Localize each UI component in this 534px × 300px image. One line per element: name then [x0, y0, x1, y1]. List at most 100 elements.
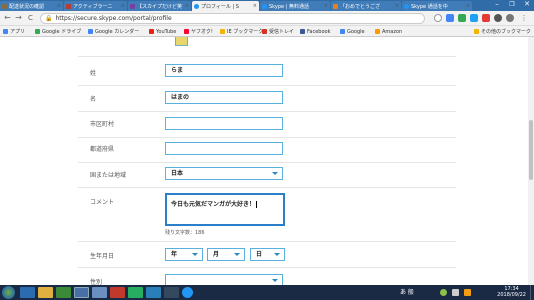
gender-select[interactable]: [165, 274, 283, 285]
comment-text: 今日も元気だマンガが大好き！: [171, 201, 256, 208]
explorer-icon[interactable]: [38, 287, 53, 298]
chevron-down-icon: [272, 172, 278, 175]
bookmark-google-drive[interactable]: Google ドライブ: [35, 27, 81, 36]
yahoo-icon: [184, 29, 189, 34]
app-icon[interactable]: [110, 287, 125, 298]
bookmark-google-calendar[interactable]: Google カレンダー: [88, 27, 139, 36]
star-icon[interactable]: [434, 14, 442, 22]
clock-date: 2018/09/22: [497, 292, 526, 298]
tab-delivery-status[interactable]: 配送状況の確認 ×: [0, 1, 63, 11]
close-icon[interactable]: ×: [57, 3, 61, 9]
media-icon[interactable]: [56, 287, 71, 298]
bookmark-amazon[interactable]: Amazon: [375, 27, 402, 36]
birth-year-select[interactable]: 年: [165, 248, 203, 261]
birth-day-select[interactable]: 日: [250, 248, 285, 261]
ime-indicator[interactable]: あ 般: [400, 287, 414, 296]
bookmark-google[interactable]: Google: [340, 27, 365, 36]
close-icon[interactable]: ×: [185, 3, 189, 9]
reload-button[interactable]: C: [26, 13, 35, 23]
other-bookmarks[interactable]: その他のブックマーク: [474, 27, 531, 36]
chrome-icon[interactable]: [74, 287, 89, 298]
restore-button[interactable]: ❐: [505, 0, 519, 9]
taskbar: あ 般 17:34 2018/09/22: [0, 285, 534, 300]
country-select[interactable]: 日本: [165, 167, 283, 180]
tab-active-learning[interactable]: アクティブラーニ ×: [64, 1, 127, 11]
divider: [78, 162, 456, 163]
tab-skype-english[interactable]: 【スカイプだけど英 ×: [128, 1, 191, 11]
text-caret: [256, 201, 258, 208]
city-input[interactable]: [165, 117, 283, 130]
facebook-icon: [300, 29, 305, 34]
divider: [78, 56, 456, 57]
lock-icon: 🔒: [45, 15, 53, 22]
menu-icon[interactable]: ⋮: [520, 14, 528, 22]
address-bar[interactable]: 🔒 https://secure.skype.com/portal/profil…: [40, 13, 425, 24]
surname-label: 姓: [90, 70, 97, 77]
browser-toolbar: ← → C 🔒 https://secure.skype.com/portal/…: [0, 11, 534, 26]
forward-button[interactable]: →: [14, 13, 23, 23]
tab-favicon-icon: [66, 3, 71, 9]
divider: [78, 137, 456, 138]
extension-icon[interactable]: [458, 14, 466, 22]
chevron-down-icon: [192, 253, 198, 256]
calendar-icon: [88, 29, 93, 34]
app-icon[interactable]: [164, 287, 179, 298]
chevron-down-icon: [234, 253, 240, 256]
close-icon[interactable]: ×: [253, 3, 257, 9]
bookmark-facebook[interactable]: Facebook: [300, 27, 331, 36]
close-window-button[interactable]: ✕: [520, 0, 534, 9]
scrollbar-thumb[interactable]: [529, 120, 533, 180]
birth-month-select[interactable]: 月: [207, 248, 245, 261]
avatar[interactable]: [175, 37, 188, 46]
notification-icon[interactable]: [464, 289, 471, 296]
drive-icon: [35, 29, 40, 34]
app-icon[interactable]: [146, 287, 161, 298]
bookmark-apps[interactable]: アプリ: [3, 27, 25, 36]
volume-icon[interactable]: [452, 289, 459, 296]
tab-favicon-icon: [333, 3, 338, 9]
comment-textarea[interactable]: 今日も元気だマンガが大好き！: [165, 193, 285, 226]
folder-icon: [220, 29, 225, 34]
amazon-icon: [375, 29, 380, 34]
comment-label: コメント: [90, 199, 115, 206]
divider: [78, 187, 456, 188]
back-button[interactable]: ←: [3, 13, 12, 23]
tab-skype-free-call[interactable]: Skype | 無料通話 ×: [260, 1, 330, 11]
given-name-input[interactable]: はまの: [165, 91, 283, 104]
ie-icon[interactable]: [20, 287, 35, 298]
minimize-button[interactable]: –: [490, 0, 504, 9]
system-clock[interactable]: 17:34 2018/09/22: [497, 286, 526, 298]
word-icon[interactable]: [92, 287, 107, 298]
tab-skype-call[interactable]: Skype 通話を中 ×: [402, 1, 472, 11]
prefecture-input[interactable]: [165, 142, 283, 155]
skype-icon[interactable]: [182, 287, 193, 298]
country-label: 国または地域: [90, 172, 127, 179]
close-icon[interactable]: ×: [121, 3, 125, 9]
app-icon[interactable]: [128, 287, 143, 298]
bookmark-ie[interactable]: IE ブックマーク: [220, 27, 263, 36]
prefecture-label: 都道府県: [90, 146, 115, 153]
close-icon[interactable]: ×: [395, 3, 399, 9]
tab-profile[interactable]: プロフィール | S ×: [192, 1, 259, 11]
extension-icon[interactable]: [446, 14, 454, 22]
city-label: 市区町村: [90, 121, 115, 128]
profile-page: 姓 らま 名 はまの 市区町村 都道府県 国または地域 日本 コメント 今日も元…: [0, 37, 534, 285]
start-button[interactable]: [2, 286, 15, 299]
close-icon[interactable]: ×: [466, 3, 470, 9]
chevron-down-icon: [274, 253, 280, 256]
account-icon[interactable]: [506, 14, 514, 22]
profile-avatar-icon[interactable]: [494, 14, 502, 22]
close-icon[interactable]: ×: [324, 3, 328, 9]
network-icon[interactable]: [440, 289, 447, 296]
extension-icon[interactable]: [470, 14, 478, 22]
tab-congratulations[interactable]: 「おめでとうござ ×: [331, 1, 401, 11]
bookmark-yahoo-auction[interactable]: ヤフオク!: [184, 27, 213, 36]
surname-input[interactable]: らま: [165, 64, 283, 77]
bookmark-youtube[interactable]: YouTube: [149, 27, 176, 36]
extension-icon[interactable]: [482, 14, 490, 22]
show-desktop-button[interactable]: [530, 285, 534, 300]
bookmark-inbox[interactable]: 受信トレイ: [262, 27, 294, 36]
skype-icon: [194, 3, 199, 9]
apps-grid-icon: [3, 29, 8, 34]
browser-tab-strip: 配送状況の確認 × アクティブラーニ × 【スカイプだけど英 × プロフィール …: [0, 0, 534, 11]
